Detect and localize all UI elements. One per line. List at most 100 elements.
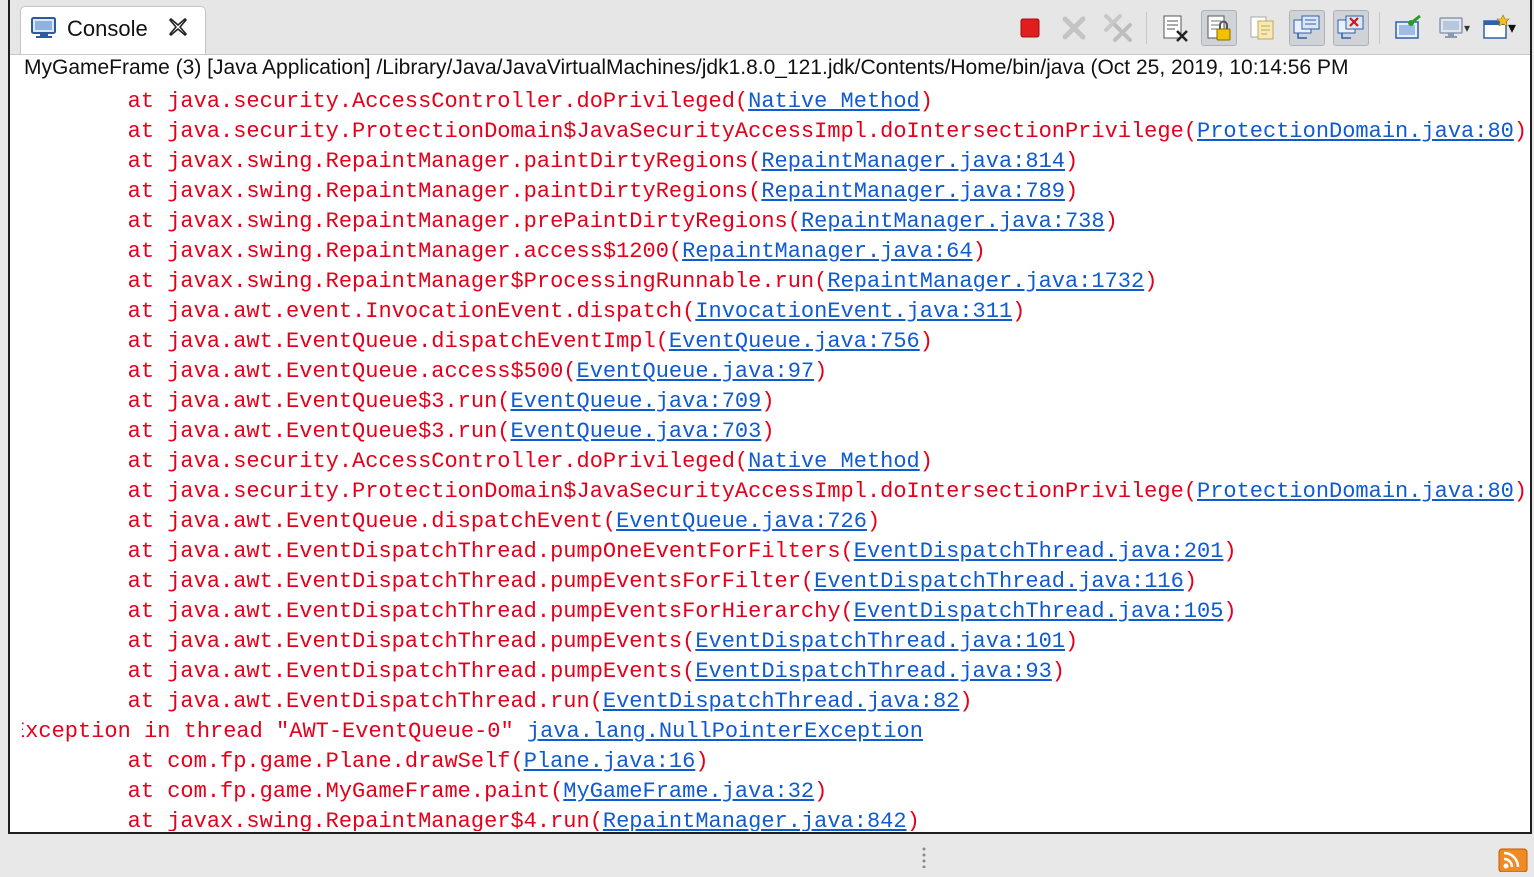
stack-frame-suffix: ) <box>761 389 775 414</box>
console-line: at javax.swing.RepaintManager.paintDirty… <box>22 177 1079 207</box>
stack-frame-suffix: ) <box>919 449 933 474</box>
scroll-lock-icon <box>1204 13 1234 43</box>
stack-frame-text: at java.awt.EventDispatchThread.pumpEven… <box>22 629 696 654</box>
rss-feed-icon[interactable] <box>1498 848 1528 873</box>
show-on-stderr-icon <box>1336 13 1366 43</box>
stack-frame-text: at java.awt.EventQueue$3.run( <box>22 419 511 444</box>
word-wrap-button[interactable] <box>1245 10 1281 46</box>
source-link[interactable]: EventDispatchThread.java:116 <box>814 569 1184 594</box>
console-line: at java.awt.EventDispatchThread.pumpEven… <box>22 657 1065 687</box>
stack-frame-text: Exception in thread "AWT-EventQueue-0" <box>22 719 527 744</box>
source-link[interactable]: InvocationEvent.java:311 <box>695 299 1012 324</box>
tab-label: Console <box>67 16 148 41</box>
stack-frame-text: at java.awt.EventQueue.dispatchEventImpl… <box>22 329 669 354</box>
stack-frame-suffix: ) <box>1064 149 1079 174</box>
pin-console-icon <box>1393 13 1423 43</box>
source-link[interactable]: EventQueue.java:709 <box>510 389 761 414</box>
source-link[interactable]: RepaintManager.java:1732 <box>827 269 1144 294</box>
console-line: at java.security.AccessController.doPriv… <box>22 87 933 117</box>
terminate-button[interactable] <box>1012 10 1048 46</box>
console-line: at javax.swing.RepaintManager.paintDirty… <box>22 147 1079 177</box>
remove-all-terminated-button[interactable] <box>1100 10 1136 46</box>
open-console-icon <box>1481 13 1511 43</box>
stack-frame-suffix: ) <box>1144 269 1158 294</box>
source-link[interactable]: RepaintManager.java:738 <box>801 209 1105 234</box>
stack-frame-text: at javax.swing.RepaintManager.paintDirty… <box>22 149 762 174</box>
stack-frame-text: at java.awt.EventQueue.access$500( <box>22 359 577 384</box>
console-line: at java.awt.EventQueue.dispatchEventImpl… <box>22 327 933 357</box>
source-link[interactable]: java.lang.NullPointerException <box>527 719 923 744</box>
console-line: at java.awt.EventQueue.access$500(EventQ… <box>22 357 828 387</box>
remove-launch-button[interactable] <box>1056 10 1092 46</box>
show-on-stderr-button[interactable] <box>1332 10 1369 46</box>
source-link[interactable]: EventQueue.java:756 <box>669 329 920 354</box>
stack-frame-text: at java.security.ProtectionDomain$JavaSe… <box>22 119 1197 144</box>
stack-frame-text: at javax.swing.RepaintManager.paintDirty… <box>22 179 762 204</box>
stack-frame-suffix: ) <box>1104 209 1118 234</box>
source-link[interactable]: Plane.java:16 <box>524 749 696 774</box>
scroll-lock-button[interactable] <box>1200 10 1237 46</box>
word-wrap-icon <box>1248 13 1278 43</box>
source-link[interactable]: EventQueue.java:703 <box>510 419 761 444</box>
stack-frame-text: at java.awt.EventDispatchThread.run( <box>22 689 603 714</box>
view-tab-bar: Console ▾ ▾ <box>10 0 1530 55</box>
remove-all-terminated-icon <box>1103 13 1133 43</box>
console-line: at java.awt.EventQueue$3.run(EventQueue.… <box>22 417 775 447</box>
source-link[interactable]: Native Method <box>748 89 920 114</box>
source-link[interactable]: EventDispatchThread.java:101 <box>695 629 1065 654</box>
process-description: MyGameFrame (3) [Java Application] /Libr… <box>24 56 1349 79</box>
source-link[interactable]: RepaintManager.java:842 <box>603 809 907 831</box>
source-link[interactable]: MyGameFrame.java:32 <box>563 779 814 804</box>
console-line: at java.awt.EventDispatchThread.pumpEven… <box>22 627 1079 657</box>
source-link[interactable]: RepaintManager.java:64 <box>682 239 972 264</box>
source-link[interactable]: EventDispatchThread.java:201 <box>854 539 1224 564</box>
stack-frame-text: at java.awt.EventDispatchThread.pumpEven… <box>22 599 854 624</box>
toolbar-separator <box>1378 12 1380 44</box>
console-line: at java.security.AccessController.doPriv… <box>22 447 933 477</box>
stack-frame-suffix: ) <box>1513 479 1528 504</box>
console-line: at java.awt.EventDispatchThread.run(Even… <box>22 687 973 717</box>
source-link[interactable]: RepaintManager.java:789 <box>761 179 1065 204</box>
source-link[interactable]: ProtectionDomain.java:80 <box>1197 479 1514 504</box>
source-link[interactable]: EventQueue.java:726 <box>616 509 867 534</box>
console-line: at javax.swing.RepaintManager$Processing… <box>22 267 1158 297</box>
stack-frame-suffix: ) <box>761 419 775 444</box>
source-link[interactable]: EventDispatchThread.java:105 <box>854 599 1224 624</box>
stack-frame-suffix: ) <box>1513 119 1528 144</box>
stack-frame-suffix: ) <box>814 359 828 384</box>
source-link[interactable]: EventDispatchThread.java:82 <box>603 689 959 714</box>
source-link[interactable]: EventDispatchThread.java:93 <box>695 659 1051 684</box>
console-output[interactable]: at java.security.AccessController.doPriv… <box>22 87 1530 831</box>
remove-launch-icon <box>1061 15 1087 41</box>
stack-frame-text: at java.awt.EventDispatchThread.pumpOneE… <box>22 539 854 564</box>
stack-frame-text: at java.awt.EventDispatchThread.pumpEven… <box>22 569 815 594</box>
console-line: at com.fp.game.MyGameFrame.paint(MyGameF… <box>22 777 828 807</box>
console-line: at java.awt.EventDispatchThread.pumpEven… <box>22 597 1237 627</box>
console-line: at java.awt.EventDispatchThread.pumpEven… <box>22 567 1197 597</box>
chevron-down-icon[interactable]: ▾ <box>1508 18 1516 38</box>
pin-console-button[interactable] <box>1390 10 1426 46</box>
console-line: at javax.swing.RepaintManager.prePaintDi… <box>22 207 1118 237</box>
console-line: at java.security.ProtectionDomain$JavaSe… <box>22 477 1527 507</box>
stack-frame-text: at java.awt.EventDispatchThread.pumpEven… <box>22 659 696 684</box>
stack-frame-text: at java.awt.event.InvocationEvent.dispat… <box>22 299 696 324</box>
stack-frame-text: at java.security.AccessController.doPriv… <box>22 89 749 114</box>
console-monitor-icon <box>31 17 57 39</box>
tab-console[interactable]: Console <box>20 6 206 54</box>
chevron-down-icon[interactable]: ▾ <box>1464 21 1470 35</box>
close-icon[interactable] <box>167 16 189 38</box>
stack-frame-suffix: ) <box>972 239 986 264</box>
stack-frame-suffix: ) <box>814 779 828 804</box>
stack-frame-text: at com.fp.game.Plane.drawSelf( <box>22 749 524 774</box>
source-link[interactable]: ProtectionDomain.java:80 <box>1197 119 1514 144</box>
grip-icon[interactable] <box>921 846 927 869</box>
console-line: Exception in thread "AWT-EventQueue-0" j… <box>22 717 923 747</box>
source-link[interactable]: RepaintManager.java:814 <box>761 149 1065 174</box>
console-toolbar: ▾ ▾ <box>1004 10 1516 46</box>
console-line: at javax.swing.RepaintManager.access$120… <box>22 237 986 267</box>
source-link[interactable]: EventQueue.java:97 <box>577 359 815 384</box>
clear-console-button[interactable] <box>1157 10 1193 46</box>
show-on-stdout-button[interactable] <box>1288 10 1325 46</box>
source-link[interactable]: Native Method <box>748 449 920 474</box>
console-line: at java.security.ProtectionDomain$JavaSe… <box>22 117 1527 147</box>
